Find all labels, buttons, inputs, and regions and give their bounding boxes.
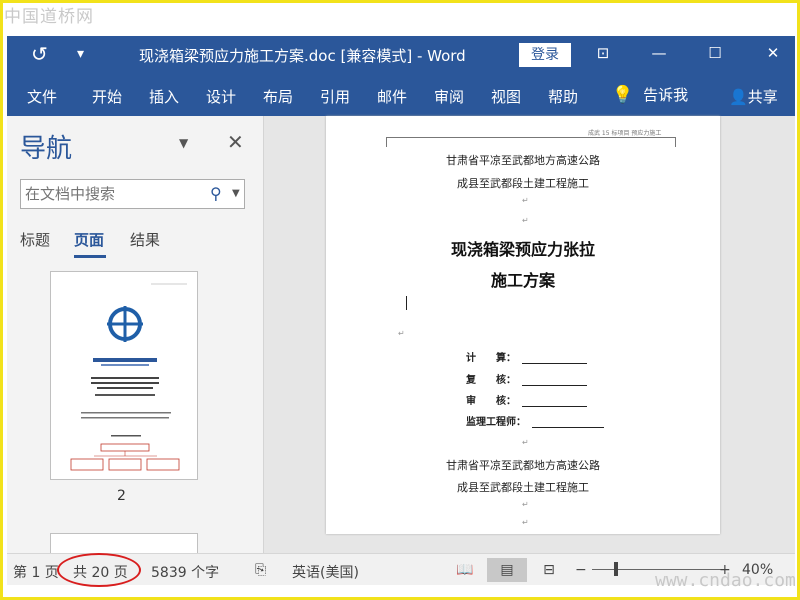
signature-label: 审 核： [466, 396, 516, 407]
tell-me-button[interactable]: 💡 告诉我 [612, 84, 688, 105]
doc-title-line-2: 施工方案 [490, 271, 555, 290]
zoom-out-button[interactable]: − [575, 562, 587, 578]
signature-blank[interactable] [522, 376, 587, 386]
watermark-bottom: www.cndao.com [655, 570, 796, 591]
thumbnail-page-number: 2 [117, 488, 126, 504]
signature-review: 审 核： [466, 392, 587, 407]
page-indicator[interactable]: 第 1 页 [13, 562, 59, 582]
undo-icon[interactable]: ↺ [31, 42, 48, 66]
document-page[interactable]: 成武 15 标项目 预应力施工 甘肃省平凉至武都地方高速公路 成县至武都段土建工… [326, 116, 720, 534]
document-title: 现浇箱梁预应力施工方案.doc [兼容模式] - Word [139, 47, 466, 65]
nav-pane-title: 导航 [20, 134, 73, 164]
header-corner-mark [675, 137, 676, 147]
maximize-icon[interactable]: ☐ [703, 44, 727, 62]
tab-layout[interactable]: 布局 [263, 86, 293, 107]
tell-me-label: 告诉我 [643, 86, 689, 104]
signature-label: 计 算： [466, 353, 516, 364]
tab-pages[interactable]: 页面 [74, 229, 104, 250]
signature-blank[interactable] [532, 418, 604, 428]
title-bar: ↺ ▾ 现浇箱梁预应力施工方案.doc [兼容模式] - Word 登录 ⊡ —… [7, 36, 795, 74]
paragraph-mark: ↵ [522, 438, 529, 447]
page-thumbnail-next[interactable] [50, 533, 198, 553]
signature-calc: 计 算： [466, 349, 587, 364]
paragraph-mark: ↵ [522, 500, 529, 509]
header-corner-mark [386, 137, 387, 147]
word-count[interactable]: 5839 个字 [151, 562, 219, 582]
tab-help[interactable]: 帮助 [548, 86, 578, 107]
paragraph-mark: ↵ [398, 329, 405, 338]
footer-line-1: 甘肃省平凉至武都地方高速公路 [446, 459, 600, 472]
paragraph-mark: ↵ [522, 518, 529, 527]
lightbulb-icon: 💡 [612, 85, 634, 105]
thumbnail-content [70, 283, 187, 471]
close-icon[interactable]: ✕ [227, 130, 244, 154]
language-indicator[interactable]: 英语(美国) [292, 562, 359, 582]
doc-title-line-1: 现浇箱梁预应力张拉 [450, 240, 595, 259]
person-add-icon: 👤 [729, 88, 748, 106]
text-cursor [406, 296, 407, 310]
company-logo-icon [107, 306, 143, 342]
zoom-slider-thumb[interactable] [614, 562, 618, 576]
footer-line-2: 成县至武都段土建工程施工 [457, 481, 589, 494]
document-area[interactable]: 成武 15 标项目 预应力施工 甘肃省平凉至武都地方高速公路 成县至武都段土建工… [264, 116, 795, 553]
close-window-icon[interactable]: ✕ [761, 44, 785, 62]
ribbon-display-options-icon[interactable]: ⊡ [591, 44, 615, 62]
signature-check: 复 核： [466, 371, 587, 386]
doc-line-2: 成县至武都段土建工程施工 [457, 177, 589, 190]
header-rule [386, 137, 676, 138]
share-label: 共享 [747, 88, 778, 106]
tab-design[interactable]: 设计 [206, 86, 236, 107]
search-box[interactable]: ⚲ ▼ [20, 179, 245, 209]
signature-blank[interactable] [522, 397, 587, 407]
signature-supervisor: 监理工程师： [466, 413, 604, 428]
paragraph-mark: ↵ [522, 216, 529, 225]
signature-label: 监理工程师： [466, 417, 526, 428]
tab-headings[interactable]: 标题 [20, 229, 50, 250]
tab-review[interactable]: 审阅 [434, 86, 464, 107]
tab-file[interactable]: 文件 [27, 86, 57, 107]
print-layout-icon[interactable]: ▤ [487, 558, 527, 582]
search-icon[interactable]: ⚲ [210, 184, 222, 203]
page-header-text: 成武 15 标项目 预应力施工 [588, 130, 662, 137]
search-options-dropdown-icon[interactable]: ▼ [232, 188, 240, 199]
tab-home[interactable]: 开始 [92, 86, 122, 107]
share-button[interactable]: 👤共享 [729, 86, 778, 107]
highlight-circle-annotation [57, 553, 141, 587]
doc-line-1: 甘肃省平凉至武都地方高速公路 [446, 154, 600, 167]
web-layout-icon[interactable]: ⊟ [529, 558, 569, 582]
page-thumbnail[interactable] [50, 271, 198, 480]
tab-results[interactable]: 结果 [130, 229, 160, 250]
tab-references[interactable]: 引用 [320, 86, 350, 107]
tab-insert[interactable]: 插入 [149, 86, 179, 107]
navigation-pane: 导航 ▼ ✕ ⚲ ▼ 标题 页面 结果 [7, 116, 264, 553]
read-mode-icon[interactable]: 📖 [445, 558, 485, 582]
search-input[interactable] [25, 185, 195, 203]
watermark-top: 中国道桥网 [4, 7, 94, 27]
login-button[interactable]: 登录 [519, 43, 571, 67]
chevron-down-icon[interactable]: ▼ [179, 136, 188, 150]
signature-blank[interactable] [522, 354, 587, 364]
paragraph-mark: ↵ [522, 196, 529, 205]
signature-label: 复 核： [466, 375, 516, 386]
ribbon-tabs: 文件 开始 插入 设计 布局 引用 邮件 审阅 视图 帮助 💡 告诉我 👤共享 [7, 74, 795, 116]
quick-access-dropdown-icon[interactable]: ▾ [77, 46, 84, 62]
minimize-icon[interactable]: — [647, 44, 671, 62]
tab-mailings[interactable]: 邮件 [377, 86, 407, 107]
tab-view[interactable]: 视图 [491, 86, 521, 107]
proofing-icon[interactable]: ⎘ [255, 562, 266, 578]
active-tab-underline [74, 255, 106, 258]
